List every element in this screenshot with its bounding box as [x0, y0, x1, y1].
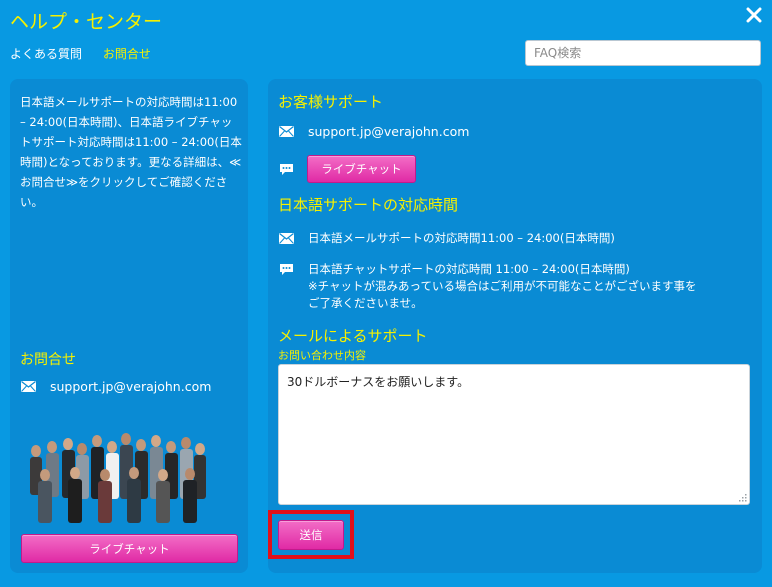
window-title: ヘルプ・センター: [10, 11, 163, 33]
top-nav: よくある質問 お問合せ: [10, 45, 168, 62]
chat-hours-note: ※チャットが混みあっている場合はご利用が不可能なことがございます事を: [308, 279, 697, 293]
faq-search-input[interactable]: [525, 40, 761, 66]
contact-title: お問合せ: [20, 352, 76, 368]
inquiry-label: お問い合わせ内容: [278, 349, 366, 362]
mail-icon: [279, 232, 294, 244]
chat-bubble-icon: [280, 163, 293, 175]
customer-support-title: お客様サポート: [278, 93, 384, 111]
chat-hours-note-end: ご了承くださいませ。: [308, 296, 423, 310]
support-hours-title: 日本語サポートの対応時間: [278, 196, 459, 214]
close-icon[interactable]: [746, 7, 762, 23]
mail-hours-row: 日本語メールサポートの対応時間11:00 – 24:00(日本時間): [279, 230, 615, 246]
send-button[interactable]: 送信: [278, 520, 344, 550]
mail-hours-text: 日本語メールサポートの対応時間11:00 – 24:00(日本時間): [308, 231, 615, 245]
live-chat-button-left[interactable]: ライブチャット: [21, 534, 238, 563]
tab-faq[interactable]: よくある質問: [10, 47, 82, 61]
mail-support-title: メールによるサポート: [278, 327, 428, 345]
live-chat-row: ライブチャット: [279, 155, 416, 183]
live-chat-button[interactable]: ライブチャット: [307, 155, 416, 183]
send-button-highlight: 送信: [268, 510, 354, 559]
support-hours-info: 日本語メールサポートの対応時間は11:00 – 24:00(日本時間)、日本語ラ…: [20, 95, 242, 209]
mail-icon: [279, 126, 294, 137]
contact-email[interactable]: support.jp@verajohn.com: [50, 379, 211, 394]
chat-hours-text: 日本語チャットサポートの対応時間 11:00 – 24:00(日本時間) ※チャ…: [308, 261, 696, 312]
chat-bubble-icon: [280, 264, 293, 275]
chat-hours-row: 日本語チャットサポートの対応時間 11:00 – 24:00(日本時間) ※チャ…: [279, 261, 696, 312]
resize-grip-icon[interactable]: [737, 492, 747, 502]
team-photo: [30, 433, 206, 523]
tab-contact[interactable]: お問合せ: [103, 47, 151, 61]
right-panel: お客様サポート support.jp@verajohn.com ライブチャット …: [268, 79, 762, 573]
contact-email-row: support.jp@verajohn.com: [21, 379, 211, 394]
support-email-row: support.jp@verajohn.com: [279, 124, 469, 139]
support-email[interactable]: support.jp@verajohn.com: [308, 124, 469, 139]
chat-hours-line: 日本語チャットサポートの対応時間 11:00 – 24:00(日本時間): [308, 262, 630, 276]
left-panel: 日本語メールサポートの対応時間は11:00 – 24:00(日本時間)、日本語ラ…: [10, 79, 248, 573]
inquiry-textarea[interactable]: 30ドルボーナスをお願いします。: [278, 364, 750, 505]
mail-icon: [21, 381, 36, 392]
